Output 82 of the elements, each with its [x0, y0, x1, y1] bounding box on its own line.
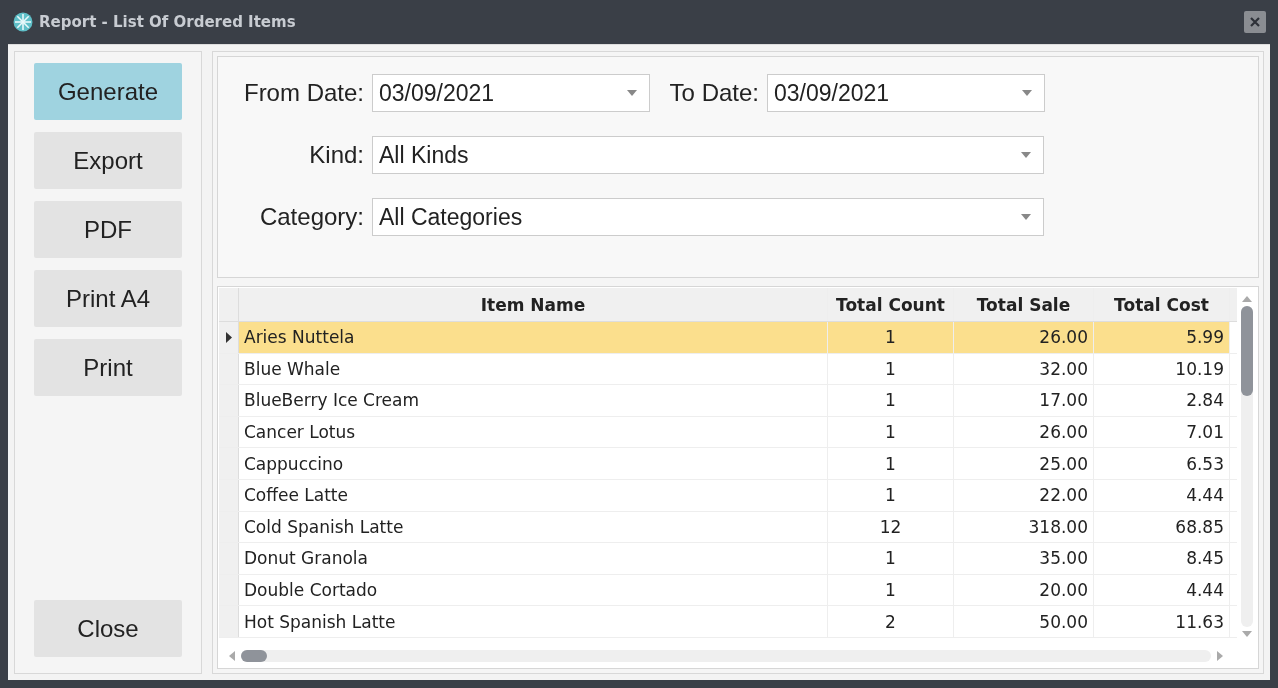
- caret-icon: [1021, 214, 1031, 220]
- caret-icon: [1022, 90, 1032, 96]
- table-cell: 4.44: [1094, 574, 1230, 606]
- table-row[interactable]: Cappuccino 1 25.00 6.53: [219, 448, 1237, 480]
- scroll-down-icon[interactable]: [1242, 631, 1252, 637]
- table-cell: 6.53: [1094, 448, 1230, 479]
- scroll-right-icon[interactable]: [1217, 651, 1223, 661]
- table-cell: 7.01: [1094, 416, 1230, 448]
- table-cell: 318.00: [954, 511, 1094, 543]
- close-icon[interactable]: [1244, 11, 1266, 33]
- current-row-icon: [225, 331, 232, 343]
- category-label: Category:: [258, 203, 365, 231]
- table-cell: Double Cortado: [239, 574, 828, 606]
- to-date-dropdown[interactable]: 03/09/2021: [767, 74, 1045, 112]
- table-cell: 1: [828, 353, 954, 385]
- table-cell: Cappuccino: [239, 448, 828, 479]
- table-cell: 35.00: [954, 543, 1094, 574]
- table-row[interactable]: BlueBerry Ice Cream 1 17.00 2.84: [219, 385, 1237, 417]
- scroll-left-icon[interactable]: [229, 651, 235, 661]
- action-button[interactable]: Print A4: [34, 270, 182, 327]
- scroll-up-icon[interactable]: [1242, 296, 1252, 302]
- table-cell: Coffee Latte: [239, 479, 828, 511]
- table-cell: 10.19: [1094, 353, 1230, 385]
- table-cell: Blue Whale: [239, 353, 828, 385]
- caret-icon: [1021, 152, 1031, 158]
- table-cell: 1: [828, 543, 954, 574]
- table-cell: 26.00: [954, 322, 1094, 353]
- table-row[interactable]: Cancer Lotus 1 26.00 7.01: [219, 416, 1237, 449]
- column-header[interactable]: Total Cost: [1094, 288, 1230, 321]
- table-cell: Hot Spanish Latte: [239, 606, 828, 637]
- kind-dropdown[interactable]: All Kinds: [372, 136, 1044, 174]
- table-row[interactable]: Blue Whale 1 32.00 10.19: [219, 353, 1237, 386]
- column-header[interactable]: Total Sale: [954, 288, 1094, 321]
- close-button[interactable]: Close: [34, 600, 182, 657]
- table-cell: Donut Granola: [239, 543, 828, 574]
- table-cell: 26.00: [954, 416, 1094, 448]
- action-button[interactable]: Generate: [34, 63, 182, 120]
- caret-icon: [627, 90, 637, 96]
- table-cell: 1: [828, 479, 954, 511]
- table-cell: 32.00: [954, 353, 1094, 385]
- table-row[interactable]: Coffee Latte 1 22.00 4.44: [219, 479, 1237, 512]
- table-cell: Cancer Lotus: [239, 416, 828, 448]
- scroll-thumb[interactable]: [241, 650, 267, 662]
- table-cell: 2.84: [1094, 385, 1230, 416]
- table-cell: Aries Nuttela: [239, 322, 828, 353]
- table-cell: 1: [828, 416, 954, 448]
- table-cell: 8.45: [1094, 543, 1230, 574]
- action-button[interactable]: Print: [34, 339, 182, 396]
- table-cell: Cold Spanish Latte: [239, 511, 828, 543]
- table-row[interactable]: Aries Nuttela 1 26.00 5.99: [219, 322, 1237, 354]
- table-cell: 50.00: [954, 606, 1094, 637]
- scroll-thumb[interactable]: [1241, 306, 1253, 396]
- table-row[interactable]: Cold Spanish Latte 12 318.00 68.85: [219, 511, 1237, 544]
- table-cell: 4.44: [1094, 479, 1230, 511]
- table-cell: 68.85: [1094, 511, 1230, 543]
- table-cell: 1: [828, 448, 954, 479]
- category-dropdown[interactable]: All Categories: [372, 198, 1044, 236]
- kind-label: Kind:: [308, 141, 365, 169]
- table-row[interactable]: Double Cortado 1 20.00 4.44: [219, 574, 1237, 607]
- table-cell: 1: [828, 322, 954, 353]
- table-row[interactable]: Donut Granola 1 35.00 8.45: [219, 543, 1237, 575]
- table-cell: 22.00: [954, 479, 1094, 511]
- table-cell: 5.99: [1094, 322, 1230, 353]
- column-header[interactable]: Item Name: [239, 288, 828, 321]
- table-cell: 25.00: [954, 448, 1094, 479]
- table-cell: 17.00: [954, 385, 1094, 416]
- table-cell: 2: [828, 606, 954, 637]
- action-button[interactable]: PDF: [34, 201, 182, 258]
- table-cell: 11.63: [1094, 606, 1230, 637]
- table-cell: BlueBerry Ice Cream: [239, 385, 828, 416]
- column-header[interactable]: Total Count: [828, 288, 954, 321]
- action-button[interactable]: Export: [34, 132, 182, 189]
- table-cell: 1: [828, 574, 954, 606]
- window-title: Report - List Of Ordered Items: [39, 13, 296, 31]
- table-row[interactable]: Hot Spanish Latte 2 50.00 11.63: [219, 606, 1237, 638]
- snowflake-icon: [13, 12, 33, 32]
- from-date-dropdown[interactable]: 03/09/2021: [372, 74, 650, 112]
- from-date-label: From Date:: [242, 79, 365, 107]
- table-cell: 12: [828, 511, 954, 543]
- table-cell: 20.00: [954, 574, 1094, 606]
- to-date-label: To Date:: [668, 79, 760, 107]
- table-cell: 1: [828, 385, 954, 416]
